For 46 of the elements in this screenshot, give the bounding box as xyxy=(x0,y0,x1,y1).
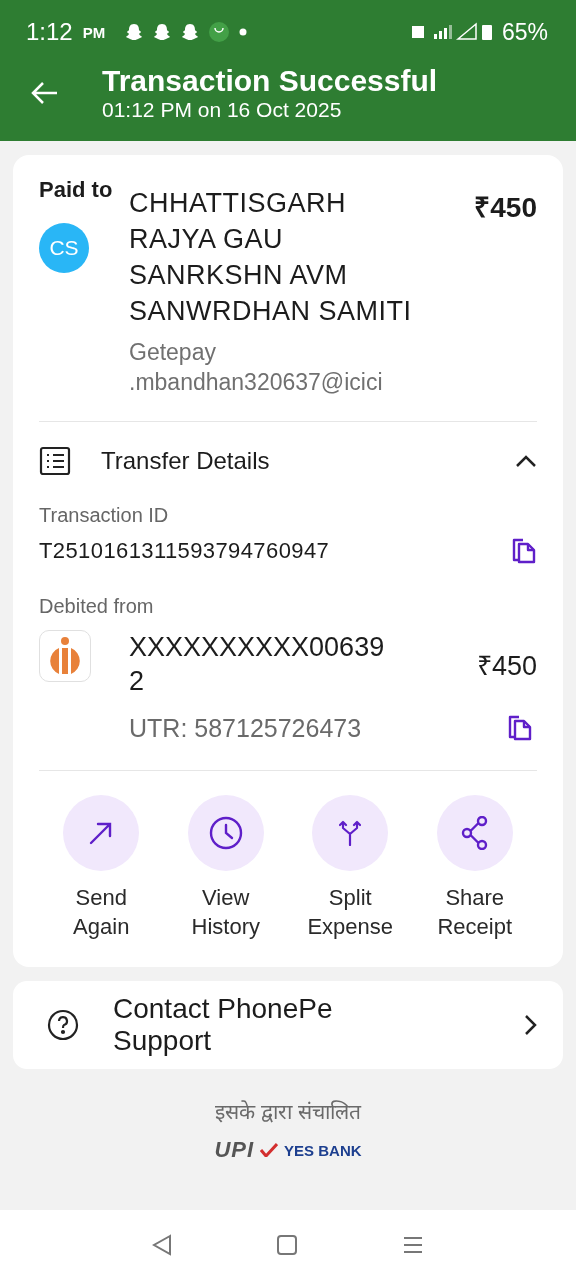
signal-icon xyxy=(411,22,492,42)
split-icon xyxy=(339,820,362,846)
bank-name: YES BANK xyxy=(284,1141,362,1159)
ghost-icon xyxy=(125,23,144,41)
action-button[interactable]: Split Expense xyxy=(295,795,406,941)
tick-icon xyxy=(260,1143,279,1157)
account-number: XXXXXXXXXX006392 xyxy=(129,631,386,698)
paid-to-label: Paid to xyxy=(39,177,114,204)
chevron-icon[interactable] xyxy=(515,454,537,468)
copy-icon[interactable] xyxy=(507,714,533,742)
support-button[interactable]: Contact PhonePe Support xyxy=(13,981,563,1069)
back-nav-icon[interactable] xyxy=(152,1234,172,1256)
menu-icon[interactable] xyxy=(402,1235,424,1255)
debited-amount: ₹450 xyxy=(476,649,537,683)
upi-id: Getepay .mbandhan320637@icici xyxy=(129,338,384,397)
action-button[interactable]: Share Receipt xyxy=(419,795,530,941)
payee-name: CHHATTISGARH RAJYA GAU SANRKSHN AVM SANWRDHAN SAMITI xyxy=(129,187,413,328)
debited-from-label: Debited from xyxy=(39,595,155,618)
status-time: 1:12 xyxy=(26,18,73,46)
ghost-icon xyxy=(153,23,172,41)
chevron-right-icon xyxy=(523,1014,537,1036)
list-icon xyxy=(39,446,71,476)
dot-icon xyxy=(239,28,248,36)
transaction-time: 01:12 PM on 16 Oct 2025 xyxy=(102,98,343,122)
app-badge-icon xyxy=(209,22,230,42)
clock-icon xyxy=(208,816,243,850)
powered-by-text: इसके द्वारा संचालित xyxy=(215,1099,361,1125)
transaction-id-label: Transaction ID xyxy=(39,504,170,527)
transfer-details-title: Transfer Details xyxy=(101,447,271,475)
action-button[interactable]: View History xyxy=(170,795,281,941)
upi-logo: UPI xyxy=(214,1137,255,1163)
transaction-id: T2510161311593794760947 xyxy=(39,538,330,564)
amount: ₹450 xyxy=(474,191,537,225)
home-nav-icon[interactable] xyxy=(276,1234,298,1256)
help-icon xyxy=(47,1009,79,1041)
bank-logo xyxy=(39,630,91,682)
copy-icon[interactable] xyxy=(511,537,537,565)
ghost-icon xyxy=(181,23,200,41)
page-title: Transaction Successful xyxy=(102,64,438,98)
back-icon[interactable] xyxy=(30,81,58,105)
battery-percent: 65% xyxy=(501,18,548,46)
action-button[interactable]: Send Again xyxy=(46,795,157,941)
avatar: CS xyxy=(39,223,89,273)
share-icon xyxy=(460,816,489,850)
status-period: PM xyxy=(82,23,106,41)
utr-number: UTR: 587125726473 xyxy=(129,714,363,743)
